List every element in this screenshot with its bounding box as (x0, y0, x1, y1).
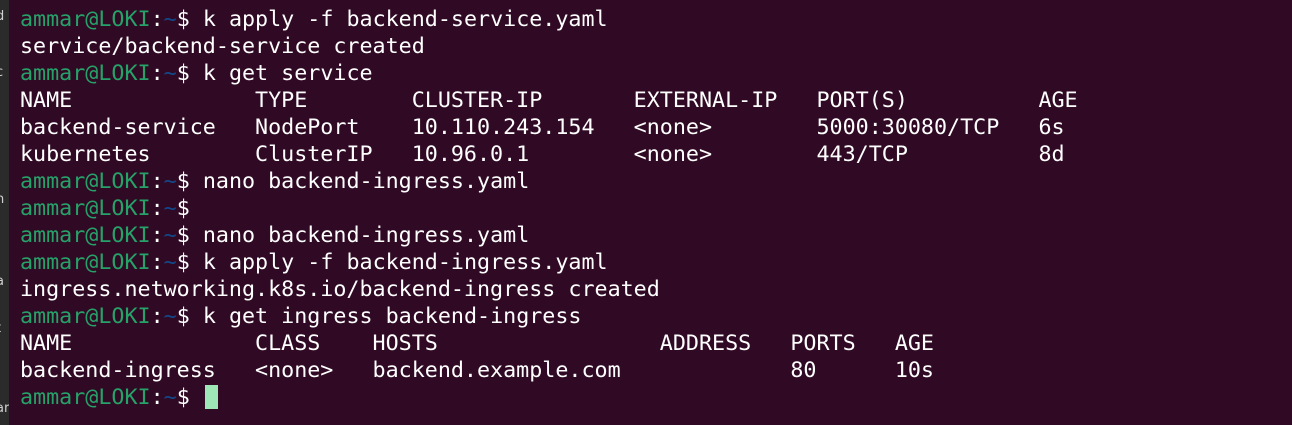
prompt-line: ammar@LOKI:~$ nano backend-ingress.yaml (20, 168, 1078, 195)
text-cursor[interactable] (204, 385, 218, 409)
prompt-line: ammar@LOKI:~$ k apply -f backend-ingress… (20, 249, 1078, 276)
prompt-path: ~ (163, 250, 177, 275)
output-text: ingress.networking.k8s.io/backend-ingres… (20, 277, 660, 302)
prompt-line: ammar@LOKI:~$ k get service (20, 60, 1078, 87)
prompt-line: ammar@LOKI:~$ k apply -f backend-service… (20, 6, 1078, 33)
prompt-user-host: ammar@LOKI (20, 223, 151, 248)
prompt-symbol: $ (176, 223, 203, 248)
prompt-user-host: ammar@LOKI (20, 61, 151, 86)
command-text: k get ingress backend-ingress (202, 304, 582, 329)
prompt-user-host: ammar@LOKI (20, 250, 151, 275)
command-text: k apply -f backend-service.yaml (202, 7, 608, 32)
edge-fragment: ar (0, 401, 9, 416)
output-line: ingress.networking.k8s.io/backend-ingres… (20, 276, 1078, 303)
edge-fragment: d (0, 9, 5, 24)
terminal-output[interactable]: ammar@LOKI:~$ k apply -f backend-service… (20, 6, 1078, 411)
prompt-separator: : (150, 169, 164, 194)
terminal-window[interactable]: ammar@LOKI:~$ k apply -f backend-service… (9, 0, 1292, 425)
prompt-user-host: ammar@LOKI (20, 385, 151, 410)
output-line: service/backend-service created (20, 33, 1078, 60)
prompt-symbol: $ (176, 61, 203, 86)
prompt-symbol: $ (176, 169, 203, 194)
prompt-separator: : (150, 61, 164, 86)
prompt-user-host: ammar@LOKI (20, 196, 151, 221)
prompt-user-host: ammar@LOKI (20, 7, 151, 32)
output-text: NAME TYPE CLUSTER-IP EXTERNAL-IP PORT(S)… (20, 88, 1078, 113)
prompt-separator: : (150, 250, 164, 275)
prompt-separator: : (150, 304, 164, 329)
prompt-path: ~ (163, 7, 177, 32)
prompt-path: ~ (163, 304, 177, 329)
prompt-line: ammar@LOKI:~$ k get ingress backend-ingr… (20, 303, 1078, 330)
output-line: kubernetes ClusterIP 10.96.0.1 <none> 44… (20, 141, 1078, 168)
command-text: nano backend-ingress.yaml (202, 169, 530, 194)
edge-fragment: t (0, 322, 1, 336)
prompt-line: ammar@LOKI:~$ (20, 195, 1078, 222)
prompt-symbol: $ (176, 7, 203, 32)
output-text: service/backend-service created (20, 34, 425, 59)
background-window-edge: d c n a t ar (0, 0, 9, 425)
prompt-path: ~ (163, 223, 177, 248)
prompt-path: ~ (163, 169, 177, 194)
edge-fragment: c (0, 66, 3, 80)
prompt-symbol: $ (176, 385, 203, 410)
output-text: kubernetes ClusterIP 10.96.0.1 <none> 44… (20, 142, 1065, 167)
output-line: backend-service NodePort 10.110.243.154 … (20, 114, 1078, 141)
output-text: backend-ingress <none> backend.example.c… (20, 358, 934, 383)
output-text: backend-service NodePort 10.110.243.154 … (20, 115, 1065, 140)
prompt-path: ~ (163, 385, 177, 410)
prompt-separator: : (150, 196, 164, 221)
prompt-symbol: $ (176, 196, 203, 221)
command-text: k apply -f backend-ingress.yaml (202, 250, 608, 275)
edge-fragment: n (0, 192, 5, 207)
output-line: NAME TYPE CLUSTER-IP EXTERNAL-IP PORT(S)… (20, 87, 1078, 114)
prompt-separator: : (150, 7, 164, 32)
prompt-user-host: ammar@LOKI (20, 304, 151, 329)
prompt-separator: : (150, 223, 164, 248)
output-text: NAME CLASS HOSTS ADDRESS PORTS AGE (20, 331, 934, 356)
prompt-symbol: $ (176, 250, 203, 275)
prompt-line: ammar@LOKI:~$ nano backend-ingress.yaml (20, 222, 1078, 249)
prompt-path: ~ (163, 61, 177, 86)
command-text: nano backend-ingress.yaml (202, 223, 530, 248)
command-text: k get service (202, 61, 373, 86)
output-line: backend-ingress <none> backend.example.c… (20, 357, 1078, 384)
prompt-user-host: ammar@LOKI (20, 169, 151, 194)
edge-fragment: a (0, 275, 4, 289)
prompt-separator: : (150, 385, 164, 410)
prompt-symbol: $ (176, 304, 203, 329)
prompt-path: ~ (163, 196, 177, 221)
output-line: NAME CLASS HOSTS ADDRESS PORTS AGE (20, 330, 1078, 357)
prompt-line: ammar@LOKI:~$ (20, 384, 1078, 411)
